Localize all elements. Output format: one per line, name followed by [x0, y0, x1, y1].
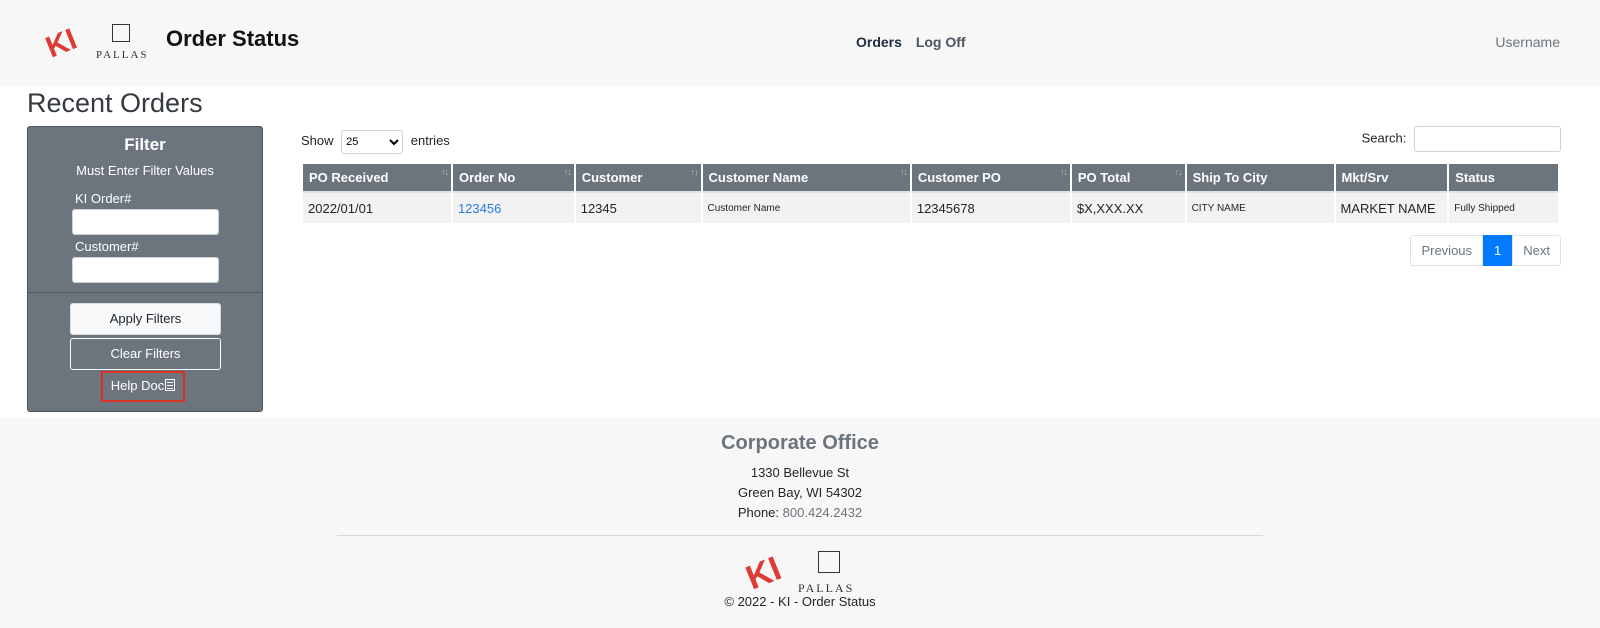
table-header-row: PO Received ↑↓ Order No ↑↓ Customer ↑↓ Cust… [303, 164, 1558, 193]
column-header[interactable]: Customer ↑↓ [575, 164, 701, 193]
sort-icon: ↑↓ [440, 167, 449, 177]
help-doc-link[interactable]: Help Doc [101, 371, 185, 402]
phone-number[interactable]: 800.424.2432 [783, 505, 863, 520]
document-icon [165, 379, 176, 391]
address-line-1: 1330 Bellevue St [750, 465, 850, 480]
previous-page-button[interactable]: Previous [1410, 235, 1484, 266]
pagination: Previous 1 Next [1410, 235, 1561, 266]
customer-po-cell: 12345678 [911, 193, 1070, 223]
column-header: Mkt/Srv [1335, 164, 1448, 193]
pallas-box-icon [818, 551, 840, 573]
sort-icon: ↑↓ [563, 167, 572, 177]
page-size-select[interactable]: 25 [341, 130, 404, 154]
po-total-cell: $X,XXX.XX [1071, 193, 1185, 223]
svg-text:KI: KI [743, 549, 787, 593]
filter-panel: Filter Must Enter Filter Values KI Order… [27, 126, 263, 412]
nav-logoff-link[interactable]: Log Off [916, 34, 966, 50]
app-header: KI PALLAS Order Status Orders Log Off Us… [0, 0, 1600, 86]
sort-icon: ↑↓ [690, 167, 699, 177]
column-header: Ship To City [1186, 164, 1334, 193]
filter-note: Must Enter Filter Values [76, 163, 214, 178]
search-control: Search: [1362, 126, 1561, 152]
ki-order-input[interactable] [72, 209, 219, 235]
main-nav: Orders Log Off [856, 34, 976, 50]
column-header[interactable]: PO Received ↑↓ [303, 164, 451, 193]
help-doc-label: Help Doc [110, 378, 165, 393]
order-no-cell: 123456 [452, 193, 574, 223]
search-label: Search: [1361, 130, 1407, 146]
column-header[interactable]: PO Total ↑↓ [1071, 164, 1185, 193]
corporate-office-title: Corporate Office [721, 432, 879, 454]
table-row: 2022/01/01 123456 12345 Customer Name 12… [303, 193, 1558, 223]
mkt-srv-cell: MARKET NAME [1335, 193, 1448, 223]
column-header[interactable]: Order No ↑↓ [452, 164, 574, 193]
filter-title: Filter [124, 135, 166, 154]
address-line-2: Green Bay, WI 54302 [737, 485, 863, 500]
search-input[interactable] [1414, 126, 1561, 152]
customer-number-label: Customer# [75, 239, 139, 254]
page-size-control: Show 25 entries [301, 130, 450, 154]
pallas-logo-text: PALLAS [96, 49, 149, 61]
ki-order-label: KI Order# [75, 191, 132, 206]
page-title: Recent Orders [27, 88, 203, 118]
copyright-text: © 2022 - KI - Order Status [724, 594, 876, 609]
order-no-link[interactable]: 123456 [458, 201, 501, 216]
next-page-button[interactable]: Next [1512, 235, 1561, 266]
column-header[interactable]: Customer Name ↑↓ [702, 164, 910, 193]
show-label: Show [301, 133, 334, 148]
column-header: Status [1449, 164, 1558, 193]
clear-filters-button[interactable]: Clear Filters [70, 338, 221, 370]
svg-text:KI: KI [44, 23, 81, 62]
sort-icon: ↑↓ [1174, 167, 1183, 177]
phone-line: Phone: 800.424.2432 [0, 505, 1600, 520]
customer-name-cell: Customer Name [702, 193, 910, 223]
ki-logo[interactable]: KI [44, 22, 86, 62]
orders-table: PO Received ↑↓ Order No ↑↓ Customer ↑↓ Cust… [301, 164, 1560, 223]
po-received-cell: 2022/01/01 [303, 193, 451, 223]
footer-divider [337, 535, 1263, 536]
page-1-button[interactable]: 1 [1483, 235, 1513, 266]
filter-divider [28, 292, 262, 293]
entries-label: entries [410, 133, 450, 148]
column-header[interactable]: Customer PO ↑↓ [911, 164, 1070, 193]
ship-to-city-cell: CITY NAME [1186, 193, 1334, 223]
status-cell: Fully Shipped [1449, 193, 1558, 223]
pallas-logo: PALLAS [797, 549, 867, 597]
customer-number-input[interactable] [72, 257, 219, 283]
page-footer: Corporate Office 1330 Bellevue St Green … [0, 418, 1600, 628]
sort-icon: ↑↓ [1059, 167, 1068, 177]
app-title: Order Status [166, 26, 300, 51]
username-label[interactable]: Username [1495, 34, 1560, 50]
pallas-box-icon [112, 24, 130, 42]
sort-icon: ↑↓ [899, 167, 908, 177]
customer-cell: 12345 [575, 193, 701, 223]
phone-label: Phone: [737, 505, 780, 520]
ki-logo: KI [743, 549, 787, 593]
apply-filters-button[interactable]: Apply Filters [70, 303, 221, 335]
nav-orders-link[interactable]: Orders [856, 34, 902, 50]
pallas-logo: PALLAS [94, 22, 154, 62]
